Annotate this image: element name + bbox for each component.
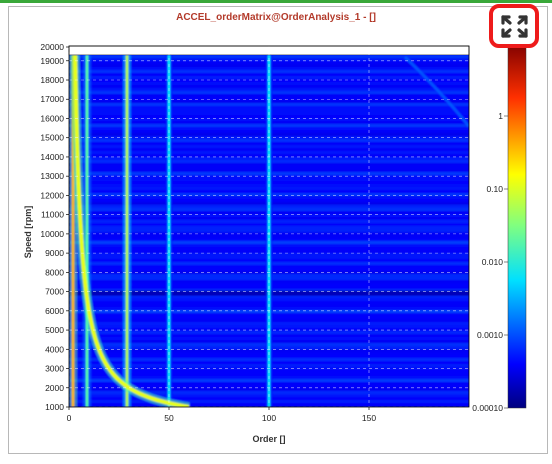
y-tick-label: 5000 [45, 325, 64, 335]
x-axis: 0 50 100 150 [67, 407, 376, 423]
y-axis: 1000 2000 3000 4000 5000 6000 7000 8000 9000 1000… [40, 42, 69, 412]
y-tick-label: 7000 [45, 287, 64, 297]
y-tick-label: 10000 [40, 229, 64, 239]
y-tick-label: 18000 [40, 75, 64, 85]
colorbar-tick-label: 0.0010 [477, 330, 503, 340]
y-tick-label: 11000 [41, 210, 64, 220]
y-tick-label: 12000 [40, 190, 64, 200]
y-tick-label: 13000 [40, 171, 64, 181]
y-tick-label: 9000 [45, 248, 64, 258]
colorbar [507, 42, 527, 409]
y-tick-label: 8000 [45, 267, 64, 277]
y-axis-label: Speed [rpm] [23, 205, 33, 259]
order-line [85, 55, 89, 407]
order-matrix-chart: 1000200030004000500060007000800090001000… [40, 42, 527, 423]
x-tick-label: 0 [67, 413, 72, 423]
x-axis-label: Order [] [252, 434, 286, 444]
y-tick-label: 6000 [45, 306, 64, 316]
colorbar-axis: 1 0.10 0.010 0.0010 0.00010 [472, 111, 508, 413]
y-tick-label: 17000 [40, 94, 64, 104]
colorbar-tick-label: 0.00010 [472, 403, 503, 413]
x-tick-label: 50 [164, 413, 174, 423]
y-tick-label: 3000 [45, 364, 64, 374]
expand-arrows-icon [501, 15, 528, 38]
y-tick-label: 2000 [45, 383, 64, 393]
x-tick-label: 150 [362, 413, 376, 423]
y-tick-label: 20000 [40, 42, 64, 52]
order-line [125, 55, 129, 407]
expand-button[interactable] [489, 4, 539, 48]
x-tick-label: 100 [262, 413, 276, 423]
colorbar-tick-label: 0.10 [486, 184, 503, 194]
colorbar-tick-label: 1 [498, 111, 503, 121]
y-tick-label: 4000 [45, 344, 64, 354]
y-tick-label: 14000 [40, 152, 64, 162]
y-tick-label: 16000 [40, 113, 64, 123]
colorbar-tick-label: 0.010 [482, 257, 504, 267]
y-tick-label: 1000 [45, 402, 64, 412]
y-tick-label: 15000 [40, 133, 64, 143]
y-tick-label: 19000 [40, 56, 64, 66]
